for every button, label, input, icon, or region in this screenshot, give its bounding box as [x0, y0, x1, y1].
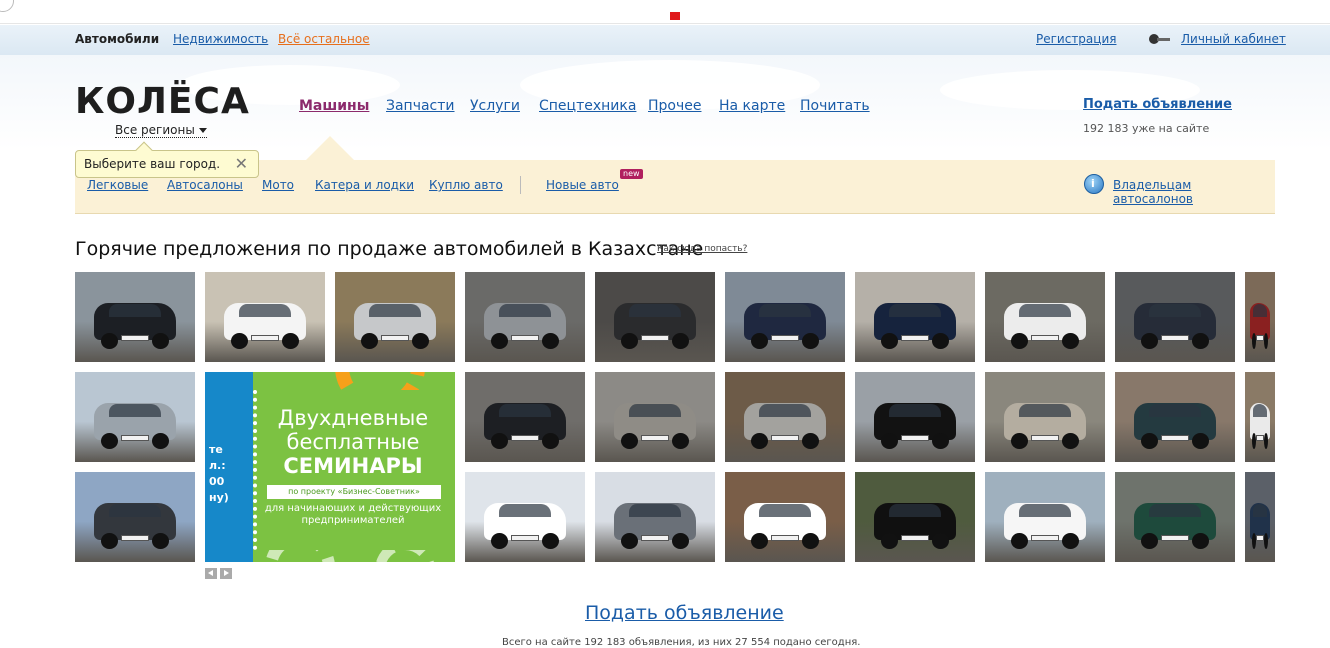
dealer-owners-link[interactable]: Владельцам автосалонов [1113, 178, 1275, 206]
car-thumbnail[interactable] [465, 372, 585, 462]
site-logo[interactable]: КОЛЁСА [75, 84, 250, 120]
promo-banner[interactable]: те л.: 00 ну) Двухдневные бесплатные СЕМ… [205, 372, 455, 562]
car-thumbnail[interactable] [725, 272, 845, 362]
subnav-pointer [306, 136, 354, 160]
promo-line-3: для начинающих и действующих предпринима… [264, 503, 442, 526]
subnav-passenger[interactable]: Легковые [87, 178, 148, 192]
car-thumbnail[interactable] [855, 272, 975, 362]
car-thumbnail[interactable] [595, 272, 715, 362]
car-thumbnail[interactable] [595, 372, 715, 462]
subnav-boats[interactable]: Катера и лодки [315, 178, 414, 192]
new-badge: new [620, 169, 643, 179]
car-thumbnail[interactable] [855, 472, 975, 562]
top-link-realty[interactable]: Недвижимость [173, 32, 268, 46]
car-thumbnail[interactable] [465, 472, 585, 562]
promo-line-2: СЕМИНАРЫ [283, 454, 423, 478]
car-thumbnail[interactable] [1115, 272, 1235, 362]
top-link-other[interactable]: Всё остальное [278, 32, 370, 46]
how-to-get-here-link[interactable]: Как сюда попасть? [657, 244, 747, 254]
close-icon[interactable]: ✕ [235, 155, 248, 173]
subnav-moto[interactable]: Мото [262, 178, 294, 192]
subnav-dealers[interactable]: Автосалоны [167, 178, 243, 192]
subnav-new-cars[interactable]: Новые авто [546, 178, 619, 192]
car-thumbnail[interactable] [465, 272, 585, 362]
car-thumbnail[interactable] [205, 272, 325, 362]
promo-stub-text: те л.: 00 ну) [209, 443, 229, 504]
info-icon: i [1084, 174, 1104, 194]
promo-line-1: Двухдневные бесплатные [277, 406, 429, 454]
nav-special-equipment[interactable]: Спецтехника [539, 98, 636, 114]
nav-parts[interactable]: Запчасти [386, 98, 455, 114]
car-thumbnail[interactable] [335, 272, 455, 362]
next-arrow-icon[interactable] [220, 568, 232, 579]
car-thumbnail[interactable] [1245, 272, 1275, 362]
car-thumbnail[interactable] [595, 472, 715, 562]
car-thumbnail[interactable] [1115, 472, 1235, 562]
car-thumbnail[interactable] [985, 272, 1105, 362]
car-thumbnail[interactable] [75, 272, 195, 362]
post-ad-big-link[interactable]: Подать объявление [585, 602, 784, 624]
nav-read[interactable]: Почитать [800, 98, 870, 114]
site-stats: Всего на сайте 192 183 объявления, из ни… [502, 637, 861, 648]
car-thumbnail[interactable] [1115, 372, 1235, 462]
top-link-cars[interactable]: Автомобили [75, 32, 159, 46]
post-ad-link[interactable]: Подать объявление [1083, 97, 1232, 112]
car-thumbnail[interactable] [855, 372, 975, 462]
region-label: Все регионы [115, 123, 195, 137]
nav-other[interactable]: Прочее [648, 98, 701, 114]
account-link[interactable]: Личный кабинет [1181, 32, 1286, 46]
city-tooltip: Выберите ваш город. ✕ [75, 141, 259, 178]
browser-button-icon[interactable] [0, 0, 14, 12]
divider [520, 176, 521, 194]
car-thumbnail[interactable] [75, 472, 195, 562]
register-link[interactable]: Регистрация [1036, 32, 1116, 46]
nav-map[interactable]: На карте [719, 98, 785, 114]
red-marker-icon [670, 12, 680, 20]
car-thumbnail[interactable] [725, 372, 845, 462]
hot-offers-title: Горячие предложения по продаже автомобил… [75, 238, 704, 260]
nav-services[interactable]: Услуги [470, 98, 520, 114]
tooltip-text: Выберите ваш город. [84, 157, 221, 171]
key-icon [1149, 34, 1171, 44]
region-selector[interactable]: Все регионы [115, 123, 207, 138]
car-thumbnail[interactable] [75, 372, 195, 462]
car-thumbnail[interactable] [1245, 372, 1275, 462]
car-thumbnail[interactable] [1245, 472, 1275, 562]
browser-strip [0, 0, 1330, 24]
nav-cars[interactable]: Машины [299, 98, 369, 114]
car-thumbnail[interactable] [725, 472, 845, 562]
car-thumbnail[interactable] [985, 472, 1105, 562]
top-bar: Автомобили Недвижимость Всё остальное Ре… [0, 25, 1330, 55]
chevron-down-icon [198, 128, 207, 133]
ads-count: 192 183 уже на сайте [1083, 122, 1210, 135]
subnav-buy[interactable]: Куплю авто [429, 178, 503, 192]
car-thumbnail[interactable] [985, 372, 1105, 462]
promo-ribbon: по проекту «Бизнес-Советник» [267, 485, 441, 499]
prev-arrow-icon[interactable] [205, 568, 217, 579]
